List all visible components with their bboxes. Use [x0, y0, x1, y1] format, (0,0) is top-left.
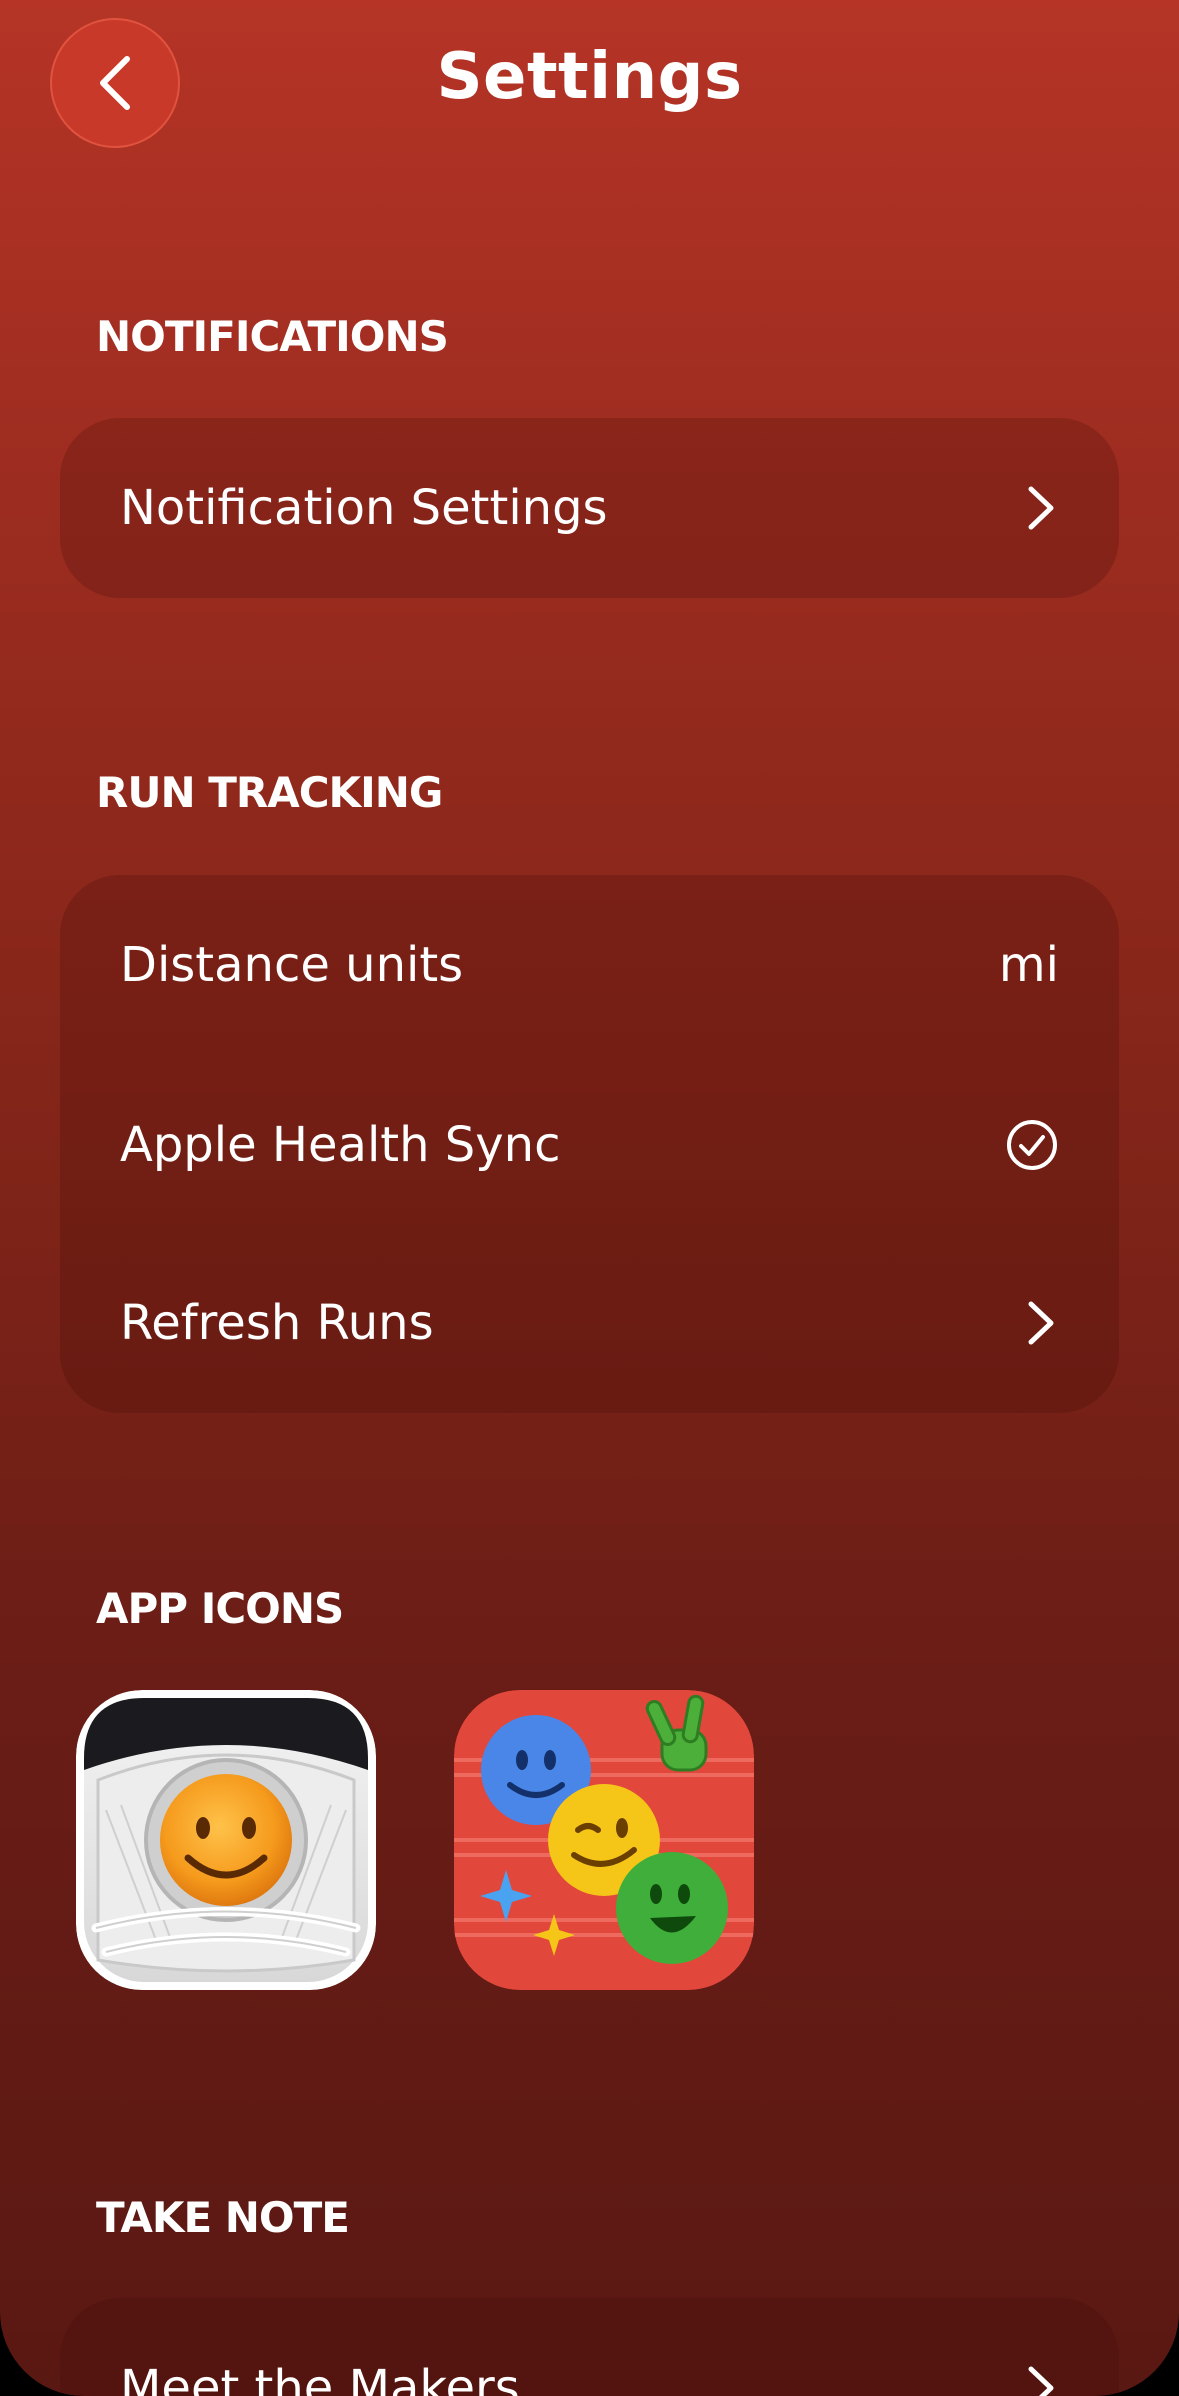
take-note-card: Meet the Makers [60, 2298, 1119, 2396]
settings-screen: Settings NOTIFICATIONS Notification Sett… [0, 0, 1179, 2396]
row-label: Meet the Makers [120, 2360, 520, 2396]
distance-units-row[interactable]: Distance units mi [60, 875, 1119, 1055]
page-title: Settings [436, 40, 743, 114]
row-label: Refresh Runs [120, 1295, 434, 1351]
checkmark-circle-icon [1007, 1120, 1057, 1170]
chevron-right-icon [1028, 486, 1054, 530]
row-label: Notification Settings [120, 480, 608, 536]
section-header-run-tracking: RUN TRACKING [96, 768, 443, 817]
row-label: Distance units [120, 937, 464, 993]
notification-settings-row[interactable]: Notification Settings [60, 418, 1119, 598]
run-tracking-card: Distance units mi Apple Health Sync Refr… [60, 875, 1119, 1413]
refresh-runs-row[interactable]: Refresh Runs [60, 1233, 1119, 1413]
section-header-app-icons: APP ICONS [96, 1584, 344, 1633]
chevron-right-icon [1028, 1301, 1054, 1345]
distance-units-value: mi [998, 937, 1059, 993]
smiley-sneaker-app-icon[interactable] [76, 1690, 376, 1990]
section-header-take-note: TAKE NOTE [96, 2193, 350, 2242]
chevron-right-icon [1028, 2366, 1054, 2396]
emoji-faces-app-icon[interactable] [454, 1690, 754, 1990]
section-header-notifications: NOTIFICATIONS [96, 312, 449, 361]
row-label: Apple Health Sync [120, 1117, 561, 1173]
notifications-card: Notification Settings [60, 418, 1119, 598]
apple-health-sync-row[interactable]: Apple Health Sync [60, 1055, 1119, 1235]
meet-the-makers-row[interactable]: Meet the Makers [60, 2298, 1119, 2396]
